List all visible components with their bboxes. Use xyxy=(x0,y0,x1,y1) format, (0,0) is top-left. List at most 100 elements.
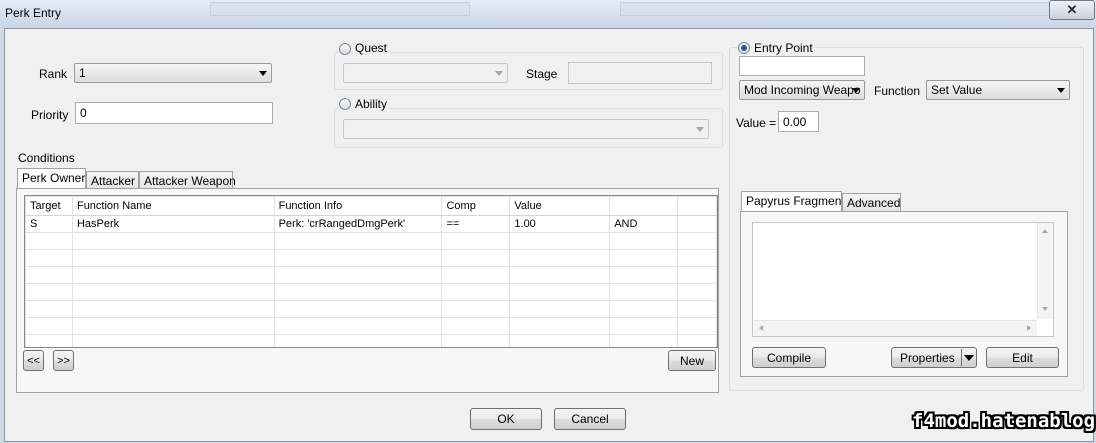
empty-table-row xyxy=(25,317,717,335)
column-header-function-name[interactable]: Function Name xyxy=(71,196,275,216)
properties-button[interactable]: Properties xyxy=(891,347,977,368)
properties-label: Properties xyxy=(900,350,955,365)
empty-cell xyxy=(71,266,275,284)
value-input[interactable]: 0.00 xyxy=(778,111,819,132)
entry-point-name-input[interactable] xyxy=(739,56,865,76)
scroll-up-icon[interactable] xyxy=(1042,229,1048,233)
rank-value: 1 xyxy=(79,66,86,80)
tab-advanced[interactable]: Advanced xyxy=(842,193,901,212)
empty-cell xyxy=(273,283,443,301)
conditions-table[interactable]: Target Function Name Function Info Comp … xyxy=(24,195,718,348)
empty-cell xyxy=(609,232,679,250)
entry-point-label: Entry Point xyxy=(752,41,815,55)
priority-input[interactable]: 0 xyxy=(75,102,273,124)
cell-function-info: Perk: 'crRangedDmgPerk' xyxy=(273,215,443,233)
chevron-down-icon xyxy=(852,88,860,93)
quest-dropdown[interactable] xyxy=(343,63,508,83)
rank-label: Rank xyxy=(39,67,68,81)
empty-cell xyxy=(677,266,717,284)
empty-cell xyxy=(273,300,443,318)
scroll-right-icon[interactable] xyxy=(1027,325,1031,331)
empty-cell xyxy=(509,300,611,318)
entry-point-dropdown[interactable]: Mod Incoming Weapo xyxy=(739,80,865,100)
empty-cell xyxy=(677,334,717,347)
horizontal-scrollbar[interactable] xyxy=(753,320,1037,336)
empty-cell xyxy=(677,232,717,250)
empty-cell xyxy=(509,266,611,284)
priority-label: Priority xyxy=(31,108,69,122)
close-button[interactable]: ✕ xyxy=(1049,0,1095,20)
fragment-text-area[interactable] xyxy=(752,222,1054,337)
empty-cell xyxy=(677,317,717,335)
chevron-down-icon xyxy=(696,127,704,132)
empty-cell xyxy=(609,266,679,284)
empty-cell xyxy=(609,334,679,347)
value-value: 0.00 xyxy=(783,115,807,129)
empty-cell xyxy=(441,300,511,318)
empty-cell xyxy=(273,249,443,267)
next-label: >> xyxy=(57,354,70,367)
watermark: f4mod.hatenablog.com xyxy=(912,410,1096,432)
cell-comp: == xyxy=(441,215,511,233)
cancel-label: Cancel xyxy=(571,412,609,426)
next-button[interactable]: >> xyxy=(53,350,74,371)
empty-cell xyxy=(609,317,679,335)
column-header-comp[interactable]: Comp xyxy=(441,196,511,216)
scroll-down-icon[interactable] xyxy=(1042,307,1048,311)
column-header-function-info[interactable]: Function Info xyxy=(273,196,443,216)
stage-input[interactable] xyxy=(568,62,712,84)
vertical-scrollbar[interactable] xyxy=(1037,223,1053,319)
chevron-down-icon xyxy=(259,71,267,76)
tab-papyrus-fragment[interactable]: Papyrus Fragment xyxy=(741,191,845,212)
empty-cell xyxy=(25,334,73,347)
chevron-down-icon xyxy=(495,71,503,76)
empty-cell xyxy=(273,232,443,250)
rank-dropdown[interactable]: 1 xyxy=(74,63,272,83)
empty-cell xyxy=(509,232,611,250)
empty-table-row xyxy=(25,266,717,284)
scroll-left-icon[interactable] xyxy=(759,325,763,331)
empty-cell xyxy=(273,317,443,335)
previous-button[interactable]: << xyxy=(23,350,44,371)
compile-button[interactable]: Compile xyxy=(752,347,826,368)
background-window-ghost xyxy=(620,2,1082,16)
empty-cell xyxy=(71,317,275,335)
edit-button[interactable]: Edit xyxy=(986,347,1059,368)
table-row[interactable]: S HasPerk Perk: 'crRangedDmgPerk' == 1.0… xyxy=(25,215,717,233)
ok-label: OK xyxy=(497,412,515,426)
chevron-down-icon xyxy=(1057,88,1065,93)
empty-cell xyxy=(441,283,511,301)
new-condition-button[interactable]: New xyxy=(668,350,716,371)
quest-radio[interactable] xyxy=(339,43,351,55)
empty-cell xyxy=(609,300,679,318)
function-label: Function xyxy=(874,84,921,98)
empty-cell xyxy=(25,317,73,335)
cancel-button[interactable]: Cancel xyxy=(554,408,626,430)
empty-cell xyxy=(509,334,611,347)
function-dropdown[interactable]: Set Value xyxy=(926,80,1070,100)
column-header-target[interactable]: Target xyxy=(25,196,73,216)
entry-point-value: Mod Incoming Weapo xyxy=(744,83,861,97)
entry-point-radio[interactable] xyxy=(738,42,750,54)
column-header-value[interactable]: Value xyxy=(509,196,611,216)
empty-cell xyxy=(441,249,511,267)
empty-cell xyxy=(609,283,679,301)
close-icon: ✕ xyxy=(1066,2,1078,17)
empty-table-row xyxy=(25,249,717,267)
chevron-down-icon[interactable] xyxy=(964,355,974,361)
tab-label: Advanced xyxy=(847,196,901,210)
empty-cell xyxy=(25,283,73,301)
column-header-operator[interactable] xyxy=(609,196,679,216)
ok-button[interactable]: OK xyxy=(470,408,542,430)
ability-radio[interactable] xyxy=(339,98,351,110)
tab-perk-owner[interactable]: Perk Owner xyxy=(17,168,86,189)
ability-dropdown[interactable] xyxy=(343,119,709,139)
empty-table-row xyxy=(25,232,717,250)
empty-cell xyxy=(441,334,511,347)
empty-cell xyxy=(273,334,443,347)
fragment-panel: Compile Properties Edit xyxy=(740,211,1068,377)
empty-cell xyxy=(71,232,275,250)
quest-label: Quest xyxy=(353,41,390,55)
empty-cell xyxy=(509,317,611,335)
value-label: Value = xyxy=(736,116,777,130)
